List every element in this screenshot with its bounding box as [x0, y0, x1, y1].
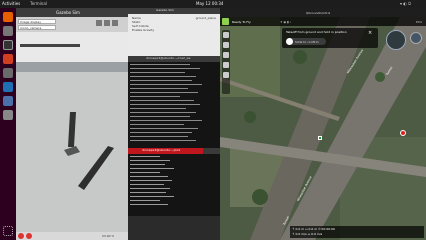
trash-icon[interactable]: [3, 110, 13, 120]
qgc-logo-icon[interactable]: [222, 18, 229, 25]
qgroundcontrol-window: QGroundControl Ready To Fly ✈ ◉ ▮ ⌁ PX4 …: [220, 8, 426, 240]
property-panel: Gazebo Sim Name ground_plane Static Self …: [128, 8, 220, 56]
takeoff-tooltip: Takeoff from ground and hold in position: [286, 30, 347, 34]
return-icon[interactable]: [223, 52, 229, 58]
terminal-area: dronepx4@ubuntu:~/ros2_ws dronepx4@ubunt…: [128, 56, 220, 216]
play-icon[interactable]: [18, 233, 24, 239]
slider-handle[interactable]: [286, 38, 293, 45]
terminal-3-titlebar: [203, 148, 220, 154]
close-icon[interactable]: ×: [368, 30, 374, 36]
fly-icon[interactable]: [223, 32, 229, 38]
qgc-title: QGroundControl: [306, 11, 331, 15]
slide-to-confirm[interactable]: Slide to confirm: [286, 38, 326, 45]
vehicle-marker[interactable]: [318, 136, 322, 140]
property-titlebar: Gazebo Sim: [128, 8, 220, 14]
qgc-toolbar: Ready To Fly ✈ ◉ ▮ ⌁ PX4: [220, 17, 426, 26]
slider-label: Slide to confirm: [295, 40, 319, 44]
active-app-label: Terminal: [30, 1, 47, 6]
camera-image: [20, 44, 80, 47]
terminal-1[interactable]: dronepx4@ubuntu:~/ros2_ws: [128, 56, 220, 148]
step-icon[interactable]: [26, 233, 32, 239]
gazebo-tool-icon[interactable]: [112, 20, 118, 26]
top-bar: Activities Terminal May 12 00:34 ▾ ◐ ⏻: [0, 0, 426, 8]
px4-logo: PX4: [416, 20, 422, 24]
telemetry-values: ↑ 0.0 m ↔ 0.0 m ⏱ 00:00:00: [292, 227, 335, 231]
activities-button[interactable]: Activities: [2, 1, 20, 6]
dock: [0, 8, 16, 240]
gazebo-icon[interactable]: [3, 54, 13, 64]
toolbar-indicators: ✈ ◉ ▮ ⌁: [280, 20, 292, 24]
tool-strip: [222, 30, 230, 94]
system-menu[interactable]: ▾ ◐ ⏻: [400, 1, 411, 6]
takeoff-icon[interactable]: [223, 42, 229, 48]
terminal-1-titlebar: dronepx4@ubuntu:~/ros2_ws: [128, 56, 220, 62]
terminal-icon[interactable]: [3, 40, 13, 50]
qgc-titlebar: QGroundControl: [220, 8, 426, 17]
help-icon[interactable]: [3, 96, 13, 106]
attitude-indicator: [410, 32, 422, 44]
flight-mode-status[interactable]: Ready To Fly: [232, 20, 251, 24]
camera-image-panel: [16, 32, 128, 62]
gazebo-titlebar: Gazebo Sim: [16, 8, 128, 17]
terminal-2-titlebar: dronepx4@ubuntu:~/px4: [128, 148, 203, 154]
gazebo-bottom-bar: 23.00 %: [16, 232, 128, 240]
files-icon[interactable]: [3, 26, 13, 36]
gazebo-3d-view[interactable]: [16, 72, 128, 232]
settings-icon[interactable]: [3, 68, 13, 78]
action-icon[interactable]: [223, 62, 229, 68]
firefox-icon[interactable]: [3, 12, 13, 22]
apps-icon[interactable]: [3, 226, 13, 236]
compass-instrument: [386, 30, 406, 50]
gazebo-tool-icon[interactable]: [104, 20, 110, 26]
gazebo-title: Gazebo Sim: [56, 10, 80, 15]
gazebo-tool-icon[interactable]: [96, 20, 102, 26]
terminal-3[interactable]: [203, 148, 220, 216]
terminal-2-output: [130, 156, 174, 205]
camera-select[interactable]: mono_camera: [18, 25, 56, 30]
gazebo-toolbar: Image display mono_camera: [16, 17, 128, 32]
property-row[interactable]: Enable Gravity: [132, 28, 216, 32]
image-display-header: Image display: [18, 19, 56, 24]
home-marker[interactable]: [400, 130, 406, 136]
terminal-1-output: [130, 64, 202, 141]
rtf-status: 23.00 %: [102, 234, 115, 238]
gazebo-window: Gazebo Sim Image display mono_camera 23.…: [16, 8, 128, 240]
satellite-map[interactable]: [220, 17, 426, 240]
terminal-2[interactable]: dronepx4@ubuntu:~/px4: [128, 148, 203, 216]
takeoff-dialog: Takeoff from ground and hold in position…: [282, 28, 378, 48]
vscode-icon[interactable]: [3, 82, 13, 92]
telemetry-speed: ↑ 0.0 m/s ↔ 0.0 m/s: [292, 232, 323, 236]
property-rows: Name ground_plane Static Self Collide Ena…: [132, 16, 216, 52]
plan-icon[interactable]: [223, 72, 229, 78]
telemetry-bar: ↑ 0.0 m ↔ 0.0 m ⏱ 00:00:00 ↑ 0.0 m/s ↔ 0…: [290, 226, 424, 238]
clock[interactable]: May 12 00:34: [196, 1, 223, 6]
scene-objects: [64, 112, 114, 190]
